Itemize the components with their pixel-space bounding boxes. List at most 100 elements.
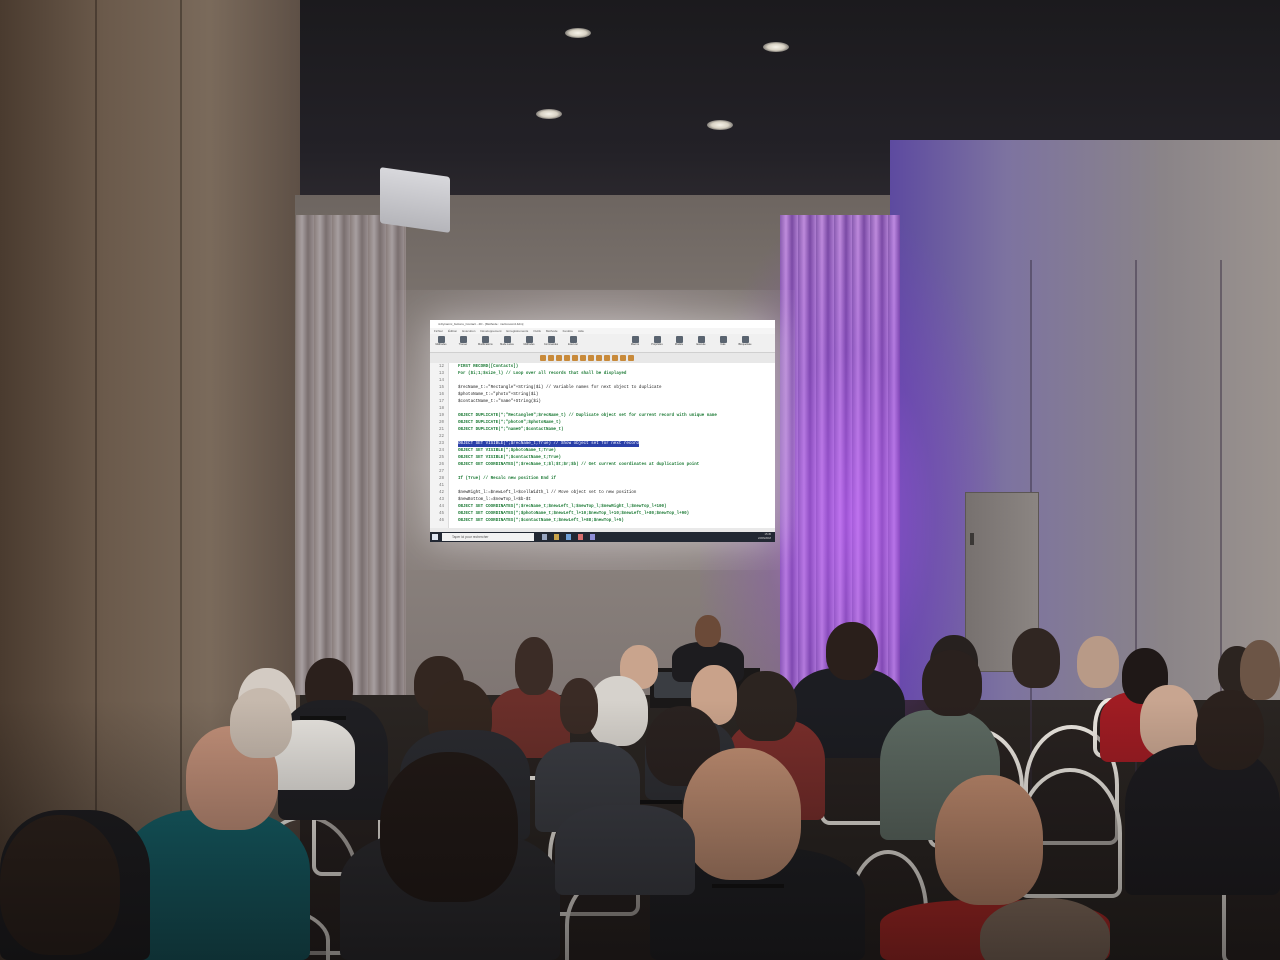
code-text: OBJECT DUPLICATE(*;"name0";$contactName_… xyxy=(458,428,564,432)
code-text: OBJECT SET COORDINATES(*;$contactName_t;… xyxy=(458,519,624,523)
audience-member-head xyxy=(1240,640,1280,700)
editor-tool-icon xyxy=(628,355,634,361)
line-number: 16 xyxy=(438,393,444,397)
code-line: 42 $newRight_l:=$newLeft_l+$cellWidth_l /… xyxy=(430,490,775,496)
line-number: 27 xyxy=(438,470,444,474)
editor-tool-icon xyxy=(604,355,610,361)
code-line: 46 OBJECT SET COORDINATES(*;$contactName_… xyxy=(430,518,775,524)
code-line: 12 FIRST RECORD([Contacts]) xyxy=(430,364,775,370)
foreground-shadow xyxy=(0,700,1280,960)
code-line: 18 xyxy=(430,406,775,412)
line-number: 19 xyxy=(438,414,444,418)
code-text: $recName_t:="Rectangle"+String($i) // Va… xyxy=(458,386,662,390)
ribbon-button: Exécuter xyxy=(566,336,580,350)
audience-member-head xyxy=(515,637,553,695)
code-line: 21 OBJECT DUPLICATE(*;"name0";$contactNam… xyxy=(430,427,775,433)
ribbon-button-label: Méthodes xyxy=(435,343,447,346)
code-text: $newRight_l:=$newLeft_l+$cellWidth_l // … xyxy=(458,491,637,495)
menu-item: Fenêtre xyxy=(562,329,573,333)
editor-tool-icon xyxy=(588,355,594,361)
editor-tool-icon xyxy=(580,355,586,361)
line-number: 45 xyxy=(438,512,444,516)
ribbon-button: Commandes xyxy=(544,336,558,350)
editor-tool-icon xyxy=(572,355,578,361)
code-text: $photoName_t:="photo"+String($i) xyxy=(458,393,539,397)
taskbar-app-icon xyxy=(554,534,559,540)
menu-item: Enregistrements xyxy=(506,329,529,333)
ribbon-button-icon xyxy=(459,336,467,343)
code-text: OBJECT SET COORDINATES(*;$recName_t;$new… xyxy=(458,505,667,509)
ribbon-button: Macros xyxy=(628,336,642,350)
line-number: 26 xyxy=(438,463,444,467)
line-number: 12 xyxy=(438,365,444,369)
curtain-left xyxy=(296,215,406,695)
code-line: 23 OBJECT SET VISIBLE(*;$recName_t;True) … xyxy=(430,441,775,447)
audience-member-head xyxy=(1012,628,1060,688)
line-number: 15 xyxy=(438,386,444,390)
ribbon-button: Trouver xyxy=(456,336,470,350)
ribbon-button: Méthodes xyxy=(522,336,536,350)
code-line: 16 $photoName_t:="photo"+String($i) xyxy=(430,392,775,398)
ceiling-light xyxy=(536,109,562,119)
code-line: 41 xyxy=(430,483,775,489)
code-text: FIRST RECORD([Contacts]) xyxy=(458,365,519,369)
editor-tool-icon xyxy=(620,355,626,361)
window-title: 4-Dynamic_buttons_Contact - 4D - [Méthod… xyxy=(430,320,775,328)
line-number: 24 xyxy=(438,449,444,453)
code-text: OBJECT DUPLICATE(*;"photo0";$photoName_t… xyxy=(458,421,562,425)
ribbon-button: Mode Lance xyxy=(500,336,514,350)
line-number: 17 xyxy=(438,400,444,404)
ribbon-button: Exécute xyxy=(694,336,708,350)
ribbon-button-icon xyxy=(697,336,705,343)
line-number: 42 xyxy=(438,491,444,495)
code-line: 20 OBJECT DUPLICATE(*;"photo0";$photoName… xyxy=(430,420,775,426)
editor-tool-icon xyxy=(540,355,546,361)
line-number: 23 xyxy=(438,442,444,446)
ribbon-button-icon xyxy=(503,336,511,343)
taskbar-date: 22/06/2018 xyxy=(758,537,771,540)
menu-item: Aide xyxy=(577,329,584,333)
ribbon-button-icon xyxy=(569,336,577,343)
windows-taskbar: Taper ici pour rechercher 15:45 22/06/20… xyxy=(430,532,775,542)
ribbon-button-icon xyxy=(437,336,445,343)
ribbon-button-icon xyxy=(675,336,683,343)
wall-speaker xyxy=(380,167,450,233)
menu-item: Exécution xyxy=(462,329,476,333)
code-text: OBJECT SET VISIBLE(*;$recName_t;True) //… xyxy=(458,441,639,447)
code-text: $contactName_t:="name"+String($i) xyxy=(458,400,541,404)
taskbar-app-icon xyxy=(578,534,583,540)
line-number: 25 xyxy=(438,456,444,460)
line-number: 41 xyxy=(438,484,444,488)
line-number: 18 xyxy=(438,407,444,411)
code-line: 43 $newBottom_l:=$newTop_l+$b-$t xyxy=(430,497,775,503)
code-line: 28 If (True) // Recalc new position End i… xyxy=(430,476,775,482)
code-line: 45 OBJECT SET COORDINATES(*;$photoName_t;… xyxy=(430,511,775,517)
line-number: 44 xyxy=(438,505,444,509)
menu-item: Fichier xyxy=(434,329,444,333)
ribbon-button-label: Modèle xyxy=(674,343,684,346)
ribbon-button-icon xyxy=(741,336,749,343)
code-text: $newBottom_l:=$newTop_l+$b-$t xyxy=(458,498,531,502)
taskbar-app-icon xyxy=(566,534,571,540)
ribbon-button-label: Exécute xyxy=(696,343,706,346)
ribbon-button-label: Trouver xyxy=(458,343,468,346)
ribbon-button: Modèle xyxy=(672,336,686,350)
ribbon-button: Propriétés xyxy=(650,336,664,350)
ribbon-button: Modifications xyxy=(478,336,493,350)
ribbon-button-icon xyxy=(481,336,489,343)
wall-seam xyxy=(180,0,182,820)
code-text: If (True) // Recalc new position End if xyxy=(458,477,557,481)
code-line: 44 OBJECT SET COORDINATES(*;$recName_t;$n… xyxy=(430,504,775,510)
editor-tool-icon xyxy=(564,355,570,361)
line-number: 22 xyxy=(438,435,444,439)
ceiling-light xyxy=(565,28,591,38)
projected-screen: 4-Dynamic_buttons_Contact - 4D - [Méthod… xyxy=(430,320,775,542)
ribbon-toolbar: Méthodes Trouver Modifications Mode Lance Mé… xyxy=(430,334,775,353)
code-line: 15 $recName_t:="Rectangle"+String($i) // … xyxy=(430,385,775,391)
editor-tool-icon xyxy=(612,355,618,361)
ribbon-button-label: Propriétés xyxy=(651,343,663,346)
code-line: 14 xyxy=(430,378,775,384)
ribbon-button: Méthodes xyxy=(434,336,448,350)
editor-tool-icon xyxy=(556,355,562,361)
ribbon-button-label: Bloquetisée xyxy=(738,343,752,346)
